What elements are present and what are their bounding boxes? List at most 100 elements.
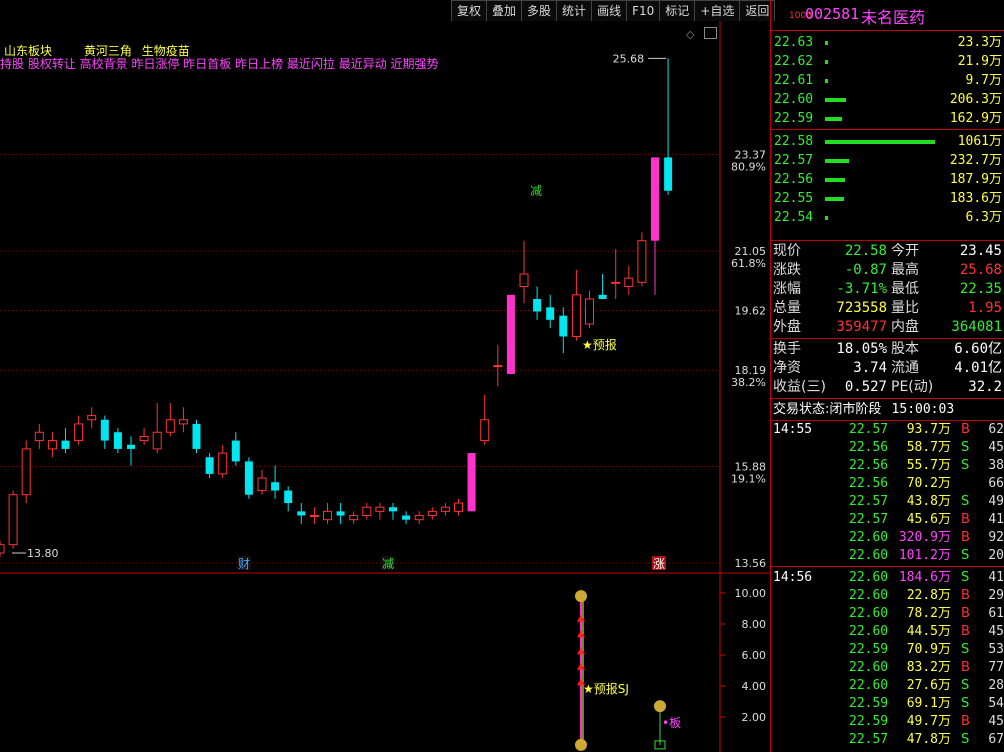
order-book-row[interactable]: 22.58 1061万 [771, 132, 1004, 151]
tick-row: 22.60 22.8万 B 29 [771, 587, 1004, 605]
toolbar-button[interactable]: +自选 [694, 0, 741, 21]
toolbar-button[interactable]: 多股 [521, 0, 558, 21]
candle-body[interactable] [165, 419, 175, 433]
candle-body[interactable] [309, 515, 319, 518]
candle-body[interactable] [402, 515, 411, 520]
candle-body[interactable] [533, 299, 542, 312]
order-price: 22.54 [774, 210, 814, 225]
order-book-row[interactable]: 22.60 206.3万 [771, 90, 1004, 109]
tick-count: 29 [988, 588, 1004, 603]
candle-body[interactable] [127, 444, 135, 449]
quote-label: 最低 [891, 281, 919, 297]
order-book-row[interactable]: 22.61 9.7万 [771, 71, 1004, 90]
candle-body[interactable] [192, 423, 201, 449]
candle-body[interactable] [257, 477, 267, 492]
tick-side: B [961, 588, 970, 603]
candle-body[interactable] [427, 510, 437, 517]
candle-body[interactable] [454, 502, 463, 512]
candle-body[interactable] [519, 273, 529, 288]
candle-body[interactable] [152, 431, 162, 450]
toolbar-button[interactable]: 复权 [451, 0, 488, 21]
candle-body[interactable] [637, 240, 647, 283]
toolbar-button[interactable]: 叠加 [486, 0, 523, 21]
order-book-row[interactable]: 22.63 23.3万 [771, 33, 1004, 52]
order-book-row[interactable]: 22.62 21.9万 [771, 52, 1004, 71]
candle-body[interactable] [651, 157, 659, 241]
tick-volume: 69.1万 [906, 696, 951, 711]
toolbar-button[interactable]: 画线 [591, 0, 628, 21]
candle-body[interactable] [611, 281, 621, 284]
candle-body[interactable] [21, 448, 31, 496]
candle-body[interactable] [389, 507, 397, 512]
tick-side: B [961, 530, 970, 545]
candle-body[interactable] [480, 419, 490, 442]
order-book-row[interactable]: 22.56 187.9万 [771, 170, 1004, 189]
tick-count: 66 [988, 476, 1004, 491]
candle-body[interactable] [8, 494, 18, 546]
candle-body[interactable] [271, 482, 280, 491]
quote-row: 总量 723558 量比 1.95 [771, 299, 1004, 318]
tick-row: 22.60 44.5万 B 45 [771, 623, 1004, 641]
candle-body[interactable] [506, 294, 515, 374]
candle-body[interactable] [559, 315, 568, 337]
candle-body[interactable] [440, 506, 450, 512]
tick-row: 22.56 70.2万 66 [771, 475, 1004, 493]
up-arrow-icon [577, 662, 585, 670]
candle-body[interactable] [284, 490, 293, 504]
toolbar-button[interactable]: F10 [626, 0, 661, 21]
candle-body[interactable] [336, 511, 345, 516]
candle-body[interactable] [0, 544, 5, 554]
toolbar-button[interactable]: 标记 [659, 0, 696, 21]
candle-body[interactable] [113, 432, 122, 449]
tick-count: 41 [988, 570, 1004, 585]
candle-body[interactable] [178, 419, 188, 425]
fundamental-row: 收益(三) 0.527 PE(动) 32.2 [771, 378, 1004, 397]
toolbar-button[interactable]: 统计 [556, 0, 593, 21]
event-marker: 涨 [653, 556, 665, 571]
tick-row: 22.59 69.1万 S 54 [771, 695, 1004, 713]
candle-body[interactable] [571, 294, 581, 337]
candle-body[interactable] [546, 307, 555, 320]
candle-body[interactable] [467, 453, 476, 512]
candle-body[interactable] [74, 423, 84, 442]
candle-body[interactable] [244, 461, 253, 495]
concept-tags-line2[interactable]: 持股 股权转让 高校背景 昨日涨停 昨日首板 昨日上榜 最近闪拉 最近异动 近期… [0, 55, 439, 72]
high-price-label: 25.68 [613, 52, 645, 65]
order-book-row[interactable]: 22.59 162.9万 [771, 109, 1004, 128]
tick-volume: 58.7万 [906, 440, 951, 455]
window-icon[interactable] [704, 27, 717, 39]
order-book-row[interactable]: 22.54 6.3万 [771, 208, 1004, 227]
diamond-icon[interactable]: ◇ [686, 28, 694, 41]
candle-body[interactable] [585, 298, 594, 325]
candle-body[interactable] [362, 506, 372, 517]
candle-body[interactable] [493, 365, 503, 368]
candle-body[interactable] [100, 419, 109, 441]
candle-body[interactable] [664, 157, 673, 191]
kline-chart[interactable]: 23.3780.9%21.0561.8%19.6218.1938.2%15.88… [0, 0, 770, 752]
tick-price: 22.56 [849, 476, 889, 491]
candle-body[interactable] [34, 431, 44, 442]
tick-count: 61 [988, 606, 1004, 621]
candle-body[interactable] [47, 440, 57, 450]
order-volume-bar [825, 117, 842, 121]
candle-body[interactable] [87, 415, 97, 421]
order-book-row[interactable]: 22.55 183.6万 [771, 189, 1004, 208]
candle-body[interactable] [598, 294, 607, 300]
candle-body[interactable] [297, 511, 306, 516]
candle-body[interactable] [414, 515, 424, 521]
candle-body[interactable] [218, 452, 228, 475]
candle-body[interactable] [231, 440, 240, 462]
tick-count: 53 [988, 642, 1004, 657]
order-book-row[interactable]: 22.57 232.7万 [771, 151, 1004, 170]
candle-body[interactable] [323, 510, 332, 521]
candle-body[interactable] [349, 515, 359, 521]
candle-body[interactable] [139, 435, 149, 442]
tick-price: 22.60 [849, 606, 889, 621]
candle-body[interactable] [205, 457, 214, 474]
candle-body[interactable] [375, 506, 385, 512]
candle-body[interactable] [624, 277, 634, 288]
trade-status-time: 15:00:03 [891, 402, 955, 417]
fundamental-value: 0.527 [844, 379, 887, 395]
quote-label: 内盘 [891, 319, 919, 335]
candle-body[interactable] [61, 440, 70, 449]
